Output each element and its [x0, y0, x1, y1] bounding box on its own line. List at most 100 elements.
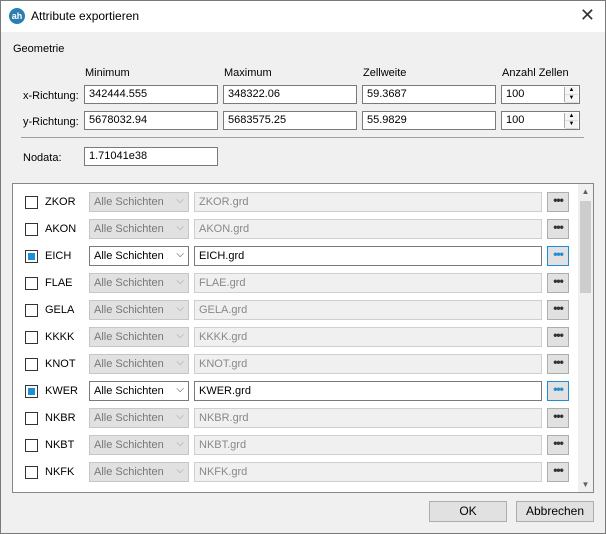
layer-source-select[interactable]: Alle Schichten ⌵ — [89, 462, 189, 482]
chevron-down-icon: ⌵ — [176, 384, 184, 395]
close-icon[interactable]: ✕ — [580, 5, 595, 26]
layer-row: NKFK Alle Schichten ⌵ NKFK.grd ••• — [13, 459, 578, 486]
layer-code: KWER — [45, 385, 78, 397]
browse-button[interactable]: ••• — [547, 273, 569, 293]
x-min-input[interactable]: 342444.555 — [84, 85, 218, 104]
layer-source-select[interactable]: Alle Schichten ⌵ — [89, 246, 189, 266]
layer-filename-input[interactable]: ZKOR.grd — [194, 192, 542, 212]
x-cellsize-input[interactable]: 59.3687 — [362, 85, 496, 104]
browse-button[interactable]: ••• — [547, 327, 569, 347]
spinner-arrows[interactable]: ▲ ▼ — [564, 87, 578, 103]
scroll-up-icon[interactable]: ▲ — [578, 184, 593, 199]
layer-code: NKBT — [45, 439, 75, 451]
layer-source-value: Alle Schichten — [94, 196, 164, 208]
arrow-down-icon[interactable]: ▼ — [565, 95, 578, 103]
x-max-input[interactable]: 348322.06 — [223, 85, 357, 104]
layer-filename-input[interactable]: GELA.grd — [194, 300, 542, 320]
layer-checkbox[interactable] — [25, 358, 38, 371]
layer-filename-input[interactable]: EICH.grd — [194, 246, 542, 266]
layer-source-select[interactable]: Alle Schichten ⌵ — [89, 300, 189, 320]
y-cellsize-input[interactable]: 55.9829 — [362, 111, 496, 130]
layer-checkbox[interactable] — [25, 196, 38, 209]
layer-source-select[interactable]: Alle Schichten ⌵ — [89, 435, 189, 455]
y-direction-label: y-Richtung: — [23, 116, 79, 128]
layer-filename-input[interactable]: AKON.grd — [194, 219, 542, 239]
chevron-down-icon: ⌵ — [176, 222, 184, 233]
layer-checkbox[interactable] — [25, 412, 38, 425]
layer-code: FLAE — [45, 277, 73, 289]
window-title: Attribute exportieren — [31, 9, 140, 23]
browse-button[interactable]: ••• — [547, 408, 569, 428]
layer-filename-input[interactable]: KWER.grd — [194, 381, 542, 401]
layer-checkbox[interactable] — [25, 331, 38, 344]
layer-filename-input[interactable]: NKBR.grd — [194, 408, 542, 428]
layer-filename-input[interactable]: NKFK.grd — [194, 462, 542, 482]
layer-filename-input[interactable]: FLAE.grd — [194, 273, 542, 293]
layer-code: NKBR — [45, 412, 76, 424]
x-cellcount-value: 100 — [506, 88, 525, 100]
y-min-input[interactable]: 5678032.94 — [84, 111, 218, 130]
layer-filename-input[interactable]: KKKK.grd — [194, 327, 542, 347]
layer-source-select[interactable]: Alle Schichten ⌵ — [89, 219, 189, 239]
chevron-down-icon: ⌵ — [176, 330, 184, 341]
layer-source-value: Alle Schichten — [94, 277, 164, 289]
layer-source-value: Alle Schichten — [94, 466, 164, 478]
arrow-up-icon[interactable]: ▲ — [565, 87, 578, 95]
browse-button[interactable]: ••• — [547, 300, 569, 320]
arrow-down-icon[interactable]: ▼ — [565, 121, 578, 129]
browse-button[interactable]: ••• — [547, 246, 569, 266]
arrow-up-icon[interactable]: ▲ — [565, 113, 578, 121]
layer-source-select[interactable]: Alle Schichten ⌵ — [89, 192, 189, 212]
layer-source-value: Alle Schichten — [94, 439, 164, 451]
layer-list: ZKOR Alle Schichten ⌵ ZKOR.grd ••• AKON Alle S… — [12, 183, 594, 493]
nodata-input[interactable]: 1.71041e38 — [84, 147, 218, 166]
browse-button[interactable]: ••• — [547, 435, 569, 455]
layer-source-select[interactable]: Alle Schichten ⌵ — [89, 408, 189, 428]
scroll-down-icon[interactable]: ▼ — [578, 477, 593, 492]
y-cellcount-spinner[interactable]: 100 ▲ ▼ — [501, 111, 580, 130]
vertical-scrollbar[interactable]: ▲ ▼ — [578, 184, 593, 492]
layer-filename-input[interactable]: NKBT.grd — [194, 435, 542, 455]
layer-source-value: Alle Schichten — [94, 358, 164, 370]
browse-button[interactable]: ••• — [547, 192, 569, 212]
layer-checkbox[interactable] — [25, 250, 38, 263]
layer-checkbox[interactable] — [25, 439, 38, 452]
x-cellcount-spinner[interactable]: 100 ▲ ▼ — [501, 85, 580, 104]
x-direction-label: x-Richtung: — [23, 90, 79, 102]
app-logo-icon: ah — [9, 8, 25, 24]
cancel-button[interactable]: Abbrechen — [516, 501, 594, 522]
browse-button[interactable]: ••• — [547, 381, 569, 401]
layer-code: AKON — [45, 223, 77, 235]
browse-button[interactable]: ••• — [547, 219, 569, 239]
divider — [21, 137, 584, 138]
layer-row: AKON Alle Schichten ⌵ AKON.grd ••• — [13, 216, 578, 243]
scroll-thumb[interactable] — [580, 201, 591, 293]
ok-button[interactable]: OK — [429, 501, 507, 522]
layer-row: KNOT Alle Schichten ⌵ KNOT.grd ••• — [13, 351, 578, 378]
layer-source-select[interactable]: Alle Schichten ⌵ — [89, 381, 189, 401]
layer-filename-input[interactable]: KNOT.grd — [194, 354, 542, 374]
layer-checkbox[interactable] — [25, 277, 38, 290]
chevron-down-icon: ⌵ — [176, 438, 184, 449]
y-max-input[interactable]: 5683575.25 — [223, 111, 357, 130]
layer-checkbox[interactable] — [25, 385, 38, 398]
layer-source-select[interactable]: Alle Schichten ⌵ — [89, 273, 189, 293]
layer-code: ZKOR — [45, 196, 76, 208]
layer-checkbox[interactable] — [25, 223, 38, 236]
layer-checkbox[interactable] — [25, 304, 38, 317]
title-bar: ah Attribute exportieren ✕ — [1, 1, 605, 32]
browse-button[interactable]: ••• — [547, 354, 569, 374]
layer-code: NKFK — [45, 466, 75, 478]
spinner-arrows[interactable]: ▲ ▼ — [564, 113, 578, 129]
layer-code: KKKK — [45, 331, 75, 343]
dialog-window: ah Attribute exportieren ✕ Geometrie Min… — [0, 0, 606, 534]
layer-checkbox[interactable] — [25, 466, 38, 479]
layer-row: GELA Alle Schichten ⌵ GELA.grd ••• — [13, 297, 578, 324]
chevron-down-icon: ⌵ — [176, 195, 184, 206]
chevron-down-icon: ⌵ — [176, 249, 184, 260]
browse-button[interactable]: ••• — [547, 462, 569, 482]
geometry-section-label: Geometrie — [13, 43, 65, 55]
layer-source-select[interactable]: Alle Schichten ⌵ — [89, 354, 189, 374]
layer-code: EICH — [45, 250, 72, 262]
layer-source-select[interactable]: Alle Schichten ⌵ — [89, 327, 189, 347]
